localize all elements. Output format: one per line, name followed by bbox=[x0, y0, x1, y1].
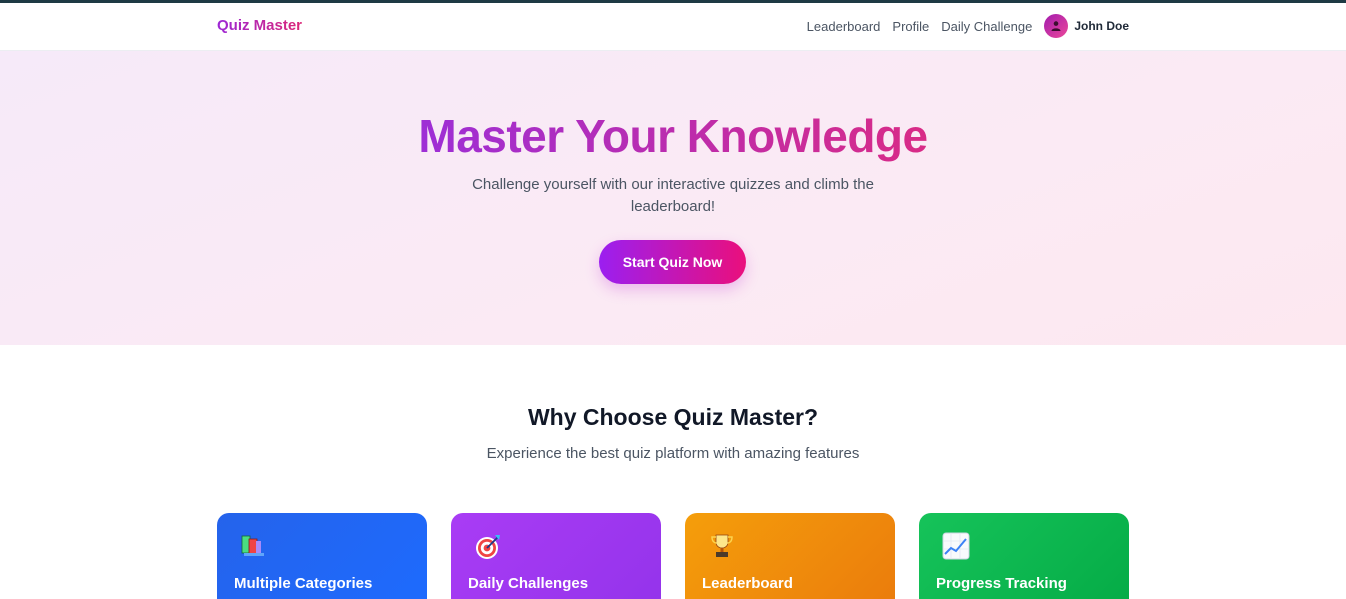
card-title: Leaderboard bbox=[702, 575, 793, 592]
feature-card-leaderboard[interactable]: Leaderboard bbox=[685, 513, 895, 599]
nav-links: Leaderboard Profile Daily Challenge John… bbox=[807, 14, 1129, 38]
avatar bbox=[1044, 14, 1069, 38]
books-icon bbox=[241, 535, 264, 556]
chart-icon bbox=[942, 532, 970, 560]
trophy-icon bbox=[711, 534, 733, 557]
target-icon bbox=[476, 535, 500, 559]
card-title: Progress Tracking bbox=[936, 575, 1067, 592]
navbar: Quiz Master Leaderboard Profile Daily Ch… bbox=[0, 3, 1346, 51]
hero-subtitle: Challenge yourself with our interactive … bbox=[472, 176, 874, 215]
feature-card-daily-challenges[interactable]: Daily Challenges bbox=[451, 513, 661, 599]
feature-card-progress-tracking[interactable]: Progress Tracking bbox=[919, 513, 1129, 599]
nav-link-profile[interactable]: Profile bbox=[892, 19, 929, 34]
user-name: John Doe bbox=[1074, 19, 1129, 33]
hero-title: Master Your Knowledge bbox=[418, 110, 928, 162]
user-icon bbox=[1051, 21, 1061, 31]
nav-link-daily-challenge[interactable]: Daily Challenge bbox=[941, 19, 1032, 34]
nav-link-leaderboard[interactable]: Leaderboard bbox=[807, 19, 881, 34]
user-menu[interactable]: John Doe bbox=[1044, 14, 1129, 38]
feature-card-categories[interactable]: Multiple Categories bbox=[217, 513, 427, 599]
features-subtitle: Experience the best quiz platform with a… bbox=[486, 445, 860, 462]
card-title: Daily Challenges bbox=[468, 575, 589, 592]
card-title: Multiple Categories bbox=[234, 575, 373, 592]
hero-section: Master Your Knowledge Challenge yourself… bbox=[0, 51, 1346, 345]
brand-logo[interactable]: Quiz Master bbox=[217, 17, 302, 34]
features-title: Why Choose Quiz Master? bbox=[527, 404, 819, 430]
start-quiz-button[interactable]: Start Quiz Now bbox=[599, 240, 746, 284]
